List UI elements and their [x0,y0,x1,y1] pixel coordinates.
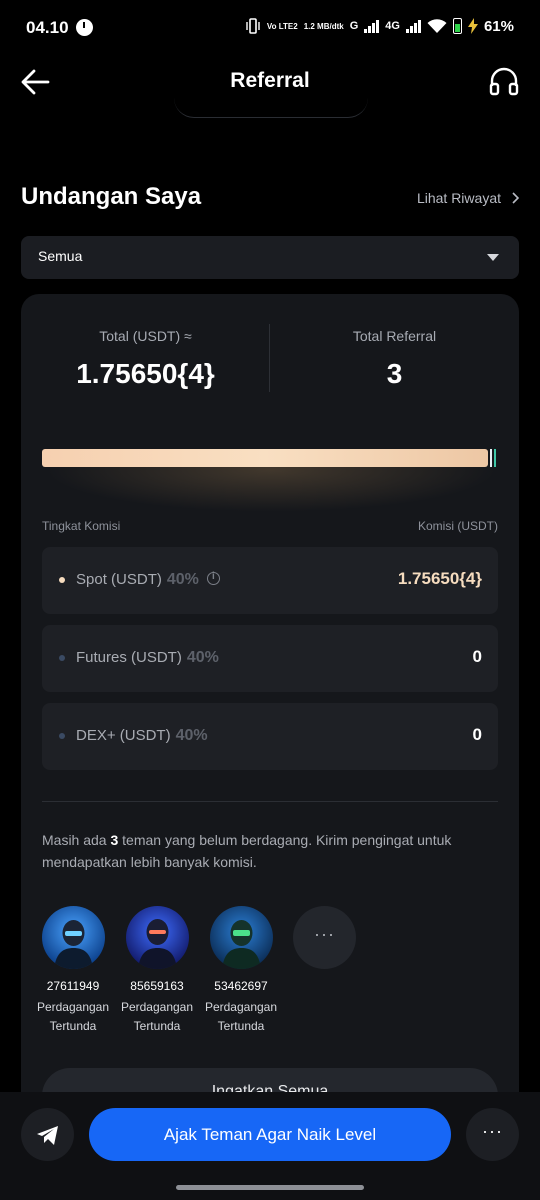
battery-icon [452,18,462,34]
commission-row-label: DEX+ (USDT) 40% [76,727,208,745]
commission-row-spot: Spot (USDT)40% 1.75650{4} [42,547,498,614]
chevron-right-icon [512,192,519,204]
commission-row-label: Futures (USDT) 40% [76,649,219,667]
signal-icon-2 [405,19,421,33]
speed-label: 1.2 MB/dtk [303,21,344,31]
friend-status-line: Tertunda [217,1019,265,1033]
more-friends-button[interactable]: ··· [293,906,356,969]
status-time: 04.10 [26,18,69,37]
status-dot [59,655,65,661]
friend-status: Perdagangan Tertunda [31,998,115,1036]
commission-row-futures: Futures (USDT) 40% 0 [42,625,498,692]
invites-header: Undangan Saya Lihat Riwayat [21,183,519,217]
page-title: Referral [230,69,310,92]
friend-status-line: Perdagangan [120,1000,194,1014]
status-dot [59,733,65,739]
more-options-button[interactable]: ··· [466,1108,519,1161]
net-type-2: 4G [385,20,400,32]
row-rate: 40% [186,649,219,666]
friend-status: Perdagangan Tertunda [115,998,199,1036]
wifi-icon [427,18,447,33]
row-value: 1.75650{4} [397,569,482,588]
friend-item[interactable]: 85659163 Perdagangan Tertunda [115,906,199,1036]
charging-icon [467,18,478,34]
reminder-prefix: Masih ada [42,832,111,848]
friend-status-line: Perdagangan [204,1000,278,1014]
vibrate-icon [246,18,260,34]
net-type-1: G [349,20,359,32]
total-referral-stat: Total Referral 3 [270,328,519,390]
status-dot [59,577,65,583]
reminder-text: Masih ada 3 teman yang belum berdagang. … [42,829,502,873]
status-icons: Vo LTE2 1.2 MB/dtk G 4G 61% [245,17,514,35]
row-value: 0 [472,725,482,744]
telegram-icon [37,1126,58,1145]
total-referral-value: 3 [386,358,403,389]
invite-friends-button[interactable]: Ajak Teman Agar Naik Level [89,1108,451,1161]
row-value: 0 [472,647,482,666]
progress-end-marker [490,449,498,467]
commission-column-headers: Tingkat Komisi Komisi (USDT) [42,519,498,533]
friend-status-line: Tertunda [49,1019,97,1033]
clock-icon [76,19,93,36]
row-rate: 40% [175,727,208,744]
avatar [125,906,189,969]
battery-percent: 61% [483,17,514,35]
row-rate: 40% [166,571,199,588]
total-usdt-label: Total (USDT) ≈ [99,328,192,344]
bottom-action-bar: Ajak Teman Agar Naik Level ··· [0,1092,540,1200]
commission-row-dex: DEX+ (USDT) 40% 0 [42,703,498,770]
total-usdt-stat: Total (USDT) ≈ 1.75650{4} [21,328,270,390]
headset-icon[interactable] [488,66,520,98]
friend-id: 85659163 [130,979,184,993]
filter-selected: Semua [38,248,83,264]
commission-card: Total (USDT) ≈ 1.75650{4} Total Referral… [21,294,519,1124]
tab-switcher-edge [174,96,368,118]
commission-level-header: Tingkat Komisi [42,519,121,533]
friend-status: Perdagangan Tertunda [199,998,283,1036]
volte-label: Vo LTE2 [266,21,298,31]
row-name: Spot (USDT) [76,571,162,588]
view-history-link[interactable]: Lihat Riwayat [417,190,519,206]
commission-row-label: Spot (USDT) 40% [76,571,220,589]
friend-id: 27611949 [46,979,100,993]
caret-down-icon [487,254,499,261]
status-bar: 04.10 Vo LTE2 1.2 MB/dtk G 4G 61% [0,0,540,58]
commission-amount-header: Komisi (USDT) [418,519,498,533]
home-indicator[interactable] [176,1185,364,1190]
info-icon[interactable] [206,571,220,585]
friend-status-line: Perdagangan [36,1000,110,1014]
filter-dropdown[interactable]: Semua [21,236,519,279]
friend-status-line: Tertunda [133,1019,181,1033]
total-referral-label: Total Referral [352,328,437,344]
avatar [41,906,105,969]
friend-item[interactable]: 27611949 Perdagangan Tertunda [31,906,115,1036]
friend-item[interactable]: 53462697 Perdagangan Tertunda [199,906,283,1036]
total-usdt-value: 1.75650{4} [76,358,215,389]
view-history-label: Lihat Riwayat [416,190,501,206]
row-name: DEX+ (USDT) [76,727,171,744]
friend-id: 53462697 [214,979,268,993]
section-divider [42,801,498,802]
telegram-share-button[interactable] [21,1108,74,1161]
row-name: Futures (USDT) [76,649,182,666]
avatar [209,906,273,969]
commission-progress-bar [42,449,488,467]
signal-icon [364,19,380,33]
